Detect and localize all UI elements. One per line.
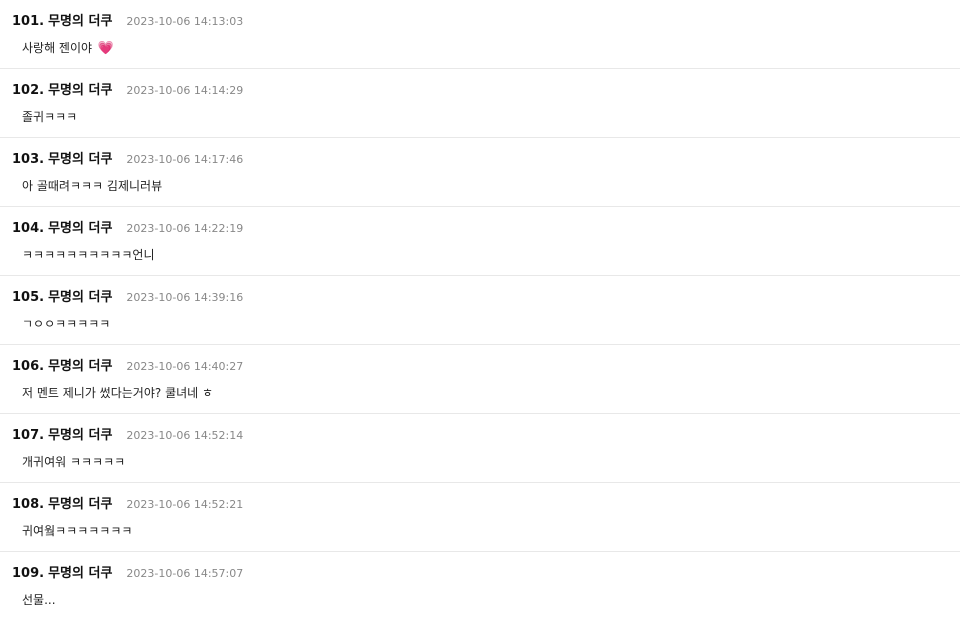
- comment-body: ㄱㅇㅇㅋㅋㅋㅋㅋ: [22, 315, 110, 332]
- comment-item: 109. 무명의 더쿠 2023-10-06 14:57:07 선물...: [0, 552, 960, 621]
- comment-header: 103. 무명의 더쿠 2023-10-06 14:17:46: [12, 148, 243, 167]
- comment-text: 개귀여워 ㅋㅋㅋㅋㅋ: [22, 455, 126, 469]
- comment-header: 108. 무명의 더쿠 2023-10-06 14:52:21: [12, 493, 243, 512]
- pink-heart-icon: 💗: [97, 41, 115, 56]
- comment-date: 2023-10-06 14:22:19: [126, 222, 244, 235]
- comment-date: 2023-10-06 14:57:07: [126, 567, 244, 580]
- comment-body: 귀여웤ㅋㅋㅋㅋㅋㅋㅋ: [22, 522, 132, 539]
- comment-header: 109. 무명의 더쿠 2023-10-06 14:57:07: [12, 562, 243, 581]
- comment-text: ㄱㅇㅇㅋㅋㅋㅋㅋ: [22, 317, 111, 331]
- comment-text: 선물...: [22, 593, 56, 607]
- comment-author[interactable]: 무명의 더쿠: [48, 424, 112, 443]
- comment-header: 105. 무명의 더쿠 2023-10-06 14:39:16: [12, 286, 243, 305]
- comment-item: 104. 무명의 더쿠 2023-10-06 14:22:19 ㅋㅋㅋㅋㅋㅋㅋㅋ…: [0, 207, 960, 276]
- comment-date: 2023-10-06 14:52:14: [126, 429, 244, 442]
- comment-author[interactable]: 무명의 더쿠: [48, 562, 112, 581]
- comment-author[interactable]: 무명의 더쿠: [48, 493, 112, 512]
- comment-number: 105.: [12, 290, 45, 305]
- comment-author[interactable]: 무명의 더쿠: [48, 10, 112, 29]
- comment-text: 아 골때려ㅋㅋㅋ 김제니러뷰: [22, 179, 163, 193]
- comment-body: 아 골때려ㅋㅋㅋ 김제니러뷰: [22, 177, 162, 194]
- comment-text: 졸귀ㅋㅋㅋ: [22, 110, 78, 124]
- comment-body: 저 멘트 제니가 썼다는거야? 쿨녀네 ㅎ: [22, 384, 213, 401]
- comment-body: 졸귀ㅋㅋㅋ: [22, 108, 77, 125]
- comment-number: 108.: [12, 497, 45, 512]
- comment-author[interactable]: 무명의 더쿠: [48, 217, 112, 236]
- comment-author[interactable]: 무명의 더쿠: [48, 355, 112, 374]
- comment-date: 2023-10-06 14:17:46: [126, 153, 244, 166]
- comment-item: 107. 무명의 더쿠 2023-10-06 14:52:14 개귀여워 ㅋㅋㅋ…: [0, 414, 960, 483]
- comment-date: 2023-10-06 14:40:27: [126, 360, 244, 373]
- comment-number: 101.: [12, 14, 45, 29]
- comment-item: 103. 무명의 더쿠 2023-10-06 14:17:46 아 골때려ㅋㅋㅋ…: [0, 138, 960, 207]
- comment-author[interactable]: 무명의 더쿠: [48, 148, 112, 167]
- comment-author[interactable]: 무명의 더쿠: [48, 79, 112, 98]
- comment-date: 2023-10-06 14:52:21: [126, 498, 244, 511]
- comment-date: 2023-10-06 14:14:29: [126, 84, 244, 97]
- comment-item: 106. 무명의 더쿠 2023-10-06 14:40:27 저 멘트 제니가…: [0, 345, 960, 414]
- comment-header: 106. 무명의 더쿠 2023-10-06 14:40:27: [12, 355, 243, 374]
- comment-date: 2023-10-06 14:39:16: [126, 291, 244, 304]
- comment-number: 109.: [12, 566, 45, 581]
- comment-number: 107.: [12, 428, 45, 443]
- comment-list: 101. 무명의 더쿠 2023-10-06 14:13:03 사랑해 젠이야 …: [0, 0, 960, 621]
- comment-author[interactable]: 무명의 더쿠: [48, 286, 112, 305]
- comment-item: 101. 무명의 더쿠 2023-10-06 14:13:03 사랑해 젠이야 …: [0, 0, 960, 69]
- comment-body: 사랑해 젠이야 💗: [22, 39, 114, 56]
- comment-item: 105. 무명의 더쿠 2023-10-06 14:39:16 ㄱㅇㅇㅋㅋㅋㅋㅋ: [0, 276, 960, 345]
- comment-header: 102. 무명의 더쿠 2023-10-06 14:14:29: [12, 79, 243, 98]
- comment-body: 선물...: [22, 591, 56, 608]
- comment-text: 귀여웤ㅋㅋㅋㅋㅋㅋㅋ: [22, 524, 133, 538]
- comment-number: 104.: [12, 221, 45, 236]
- comment-header: 101. 무명의 더쿠 2023-10-06 14:13:03: [12, 10, 243, 29]
- comment-header: 104. 무명의 더쿠 2023-10-06 14:22:19: [12, 217, 243, 236]
- comment-text: ㅋㅋㅋㅋㅋㅋㅋㅋㅋㅋ언니: [22, 248, 155, 262]
- comment-body: ㅋㅋㅋㅋㅋㅋㅋㅋㅋㅋ언니: [22, 246, 154, 263]
- comment-item: 102. 무명의 더쿠 2023-10-06 14:14:29 졸귀ㅋㅋㅋ: [0, 69, 960, 138]
- comment-text: 저 멘트 제니가 썼다는거야? 쿨녀네 ㅎ: [22, 386, 214, 400]
- comment-item: 108. 무명의 더쿠 2023-10-06 14:52:21 귀여웤ㅋㅋㅋㅋㅋ…: [0, 483, 960, 552]
- comment-header: 107. 무명의 더쿠 2023-10-06 14:52:14: [12, 424, 243, 443]
- comment-body: 개귀여워 ㅋㅋㅋㅋㅋ: [22, 453, 125, 470]
- comment-text: 사랑해 젠이야: [22, 41, 93, 55]
- comment-number: 103.: [12, 152, 45, 167]
- comment-date: 2023-10-06 14:13:03: [126, 15, 244, 28]
- comment-number: 106.: [12, 359, 45, 374]
- comment-number: 102.: [12, 83, 45, 98]
